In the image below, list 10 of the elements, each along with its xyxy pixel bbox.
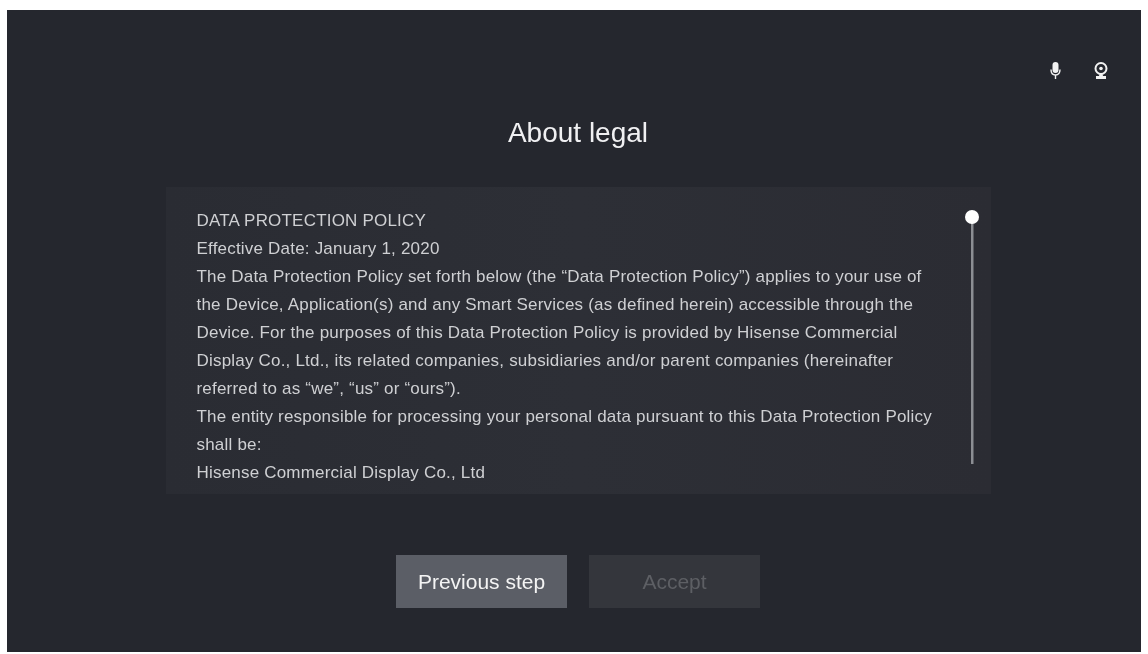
policy-text: Hisense Commercial Display Co., Ltd [196, 462, 487, 484]
policy-text: Effective Date: January 1, 2020 [196, 238, 441, 260]
policy-text: The Data Protection Policy set forth below (the “Data Protection Policy”) applies to your use of the Device, Application(s) and any Smart Services (as defined herein) accessible through the Device. For the purposes of this Data Protection Policy is provided by Hisense Commercial Display Co., Ltd., its related companies, subsidiaries and/or parent companies (hereinafter referred to as “we”, “us” or “ours”). [196, 266, 923, 400]
policy-text: The entity responsible for processing your personal data pursuant to this Data Protection Policy shall be: [196, 406, 933, 456]
page-title: About legal [507, 116, 649, 150]
wizard-button[interactable]: Previous step [396, 555, 567, 608]
microphone-icon[interactable] [1050, 61, 1061, 79]
webcam-icon[interactable] [1094, 61, 1108, 79]
policy-text: DATA PROTECTION POLICY [196, 210, 428, 232]
scroll-bar[interactable] [964, 210, 979, 464]
